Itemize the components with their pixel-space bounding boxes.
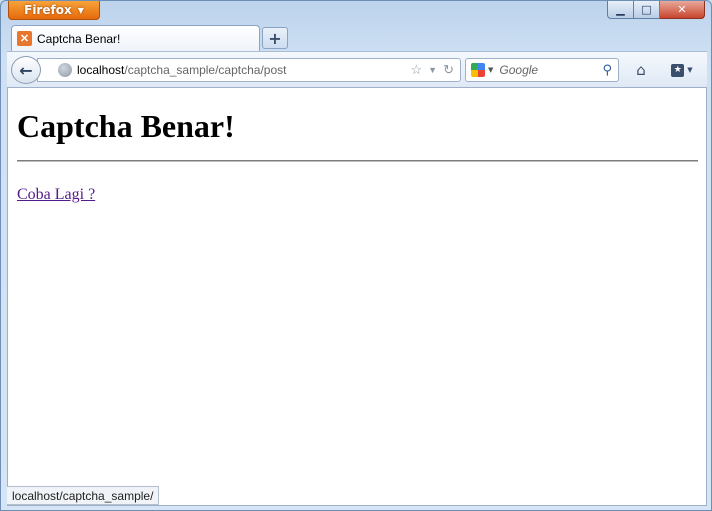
plus-icon: + (268, 28, 282, 48)
url-path: /captcha_sample/captcha/post (124, 63, 287, 77)
maximize-icon: □ (641, 3, 652, 16)
history-dropdown-icon[interactable]: ▼ (428, 65, 437, 75)
chevron-down-icon: ▼ (77, 5, 84, 15)
home-button[interactable]: ⌂ (631, 60, 651, 80)
status-text: localhost/captcha_sample/ (12, 488, 154, 503)
close-icon: ✕ (677, 3, 687, 16)
bookmarks-icon: ★ (671, 63, 685, 77)
browser-window: Firefox ▼ ▁ □ ✕ ✕ Captcha Benar! + local… (0, 0, 712, 511)
retry-link[interactable]: Coba Lagi ? (17, 186, 95, 204)
globe-icon (58, 63, 72, 77)
horizontal-rule (17, 160, 698, 162)
tab-title: Captcha Benar! (37, 31, 121, 46)
close-button[interactable]: ✕ (660, 1, 705, 19)
xampp-favicon-icon: ✕ (17, 31, 32, 46)
navigation-toolbar: localhost/captcha_sample/captcha/post ☆ … (7, 51, 707, 87)
search-placeholder: Google (499, 63, 539, 77)
search-engine-dropdown-icon[interactable]: ▼ (488, 66, 493, 74)
tab-captcha-benar[interactable]: ✕ Captcha Benar! (11, 25, 260, 51)
search-icon[interactable]: ⚲ (602, 63, 612, 78)
maximize-button[interactable]: □ (634, 1, 660, 19)
google-icon[interactable] (471, 63, 485, 77)
status-bar: localhost/captcha_sample/ (7, 486, 160, 505)
new-tab-button[interactable]: + (262, 27, 288, 49)
page-title: Captcha Benar! (17, 108, 235, 144)
back-button[interactable]: ← (11, 56, 41, 84)
firefox-menu-button[interactable]: Firefox ▼ (8, 1, 100, 20)
url-host: localhost (77, 63, 125, 77)
reload-icon[interactable]: ↻ (443, 62, 454, 78)
bookmark-star-icon[interactable]: ☆ (411, 62, 423, 78)
firefox-menu-label: Firefox (24, 3, 72, 17)
address-bar[interactable]: localhost/captcha_sample/captcha/post ☆ … (37, 58, 461, 82)
window-controls: ▁ □ ✕ (607, 1, 705, 20)
search-bar[interactable]: ▼ Google ⚲ (465, 58, 619, 82)
back-arrow-icon: ← (19, 60, 33, 80)
home-icon: ⌂ (636, 61, 646, 79)
minimize-button[interactable]: ▁ (607, 1, 634, 19)
page-content: Captcha Benar! Coba Lagi ? (7, 87, 707, 506)
bookmarks-menu-button[interactable]: ★ ▼ (665, 60, 699, 80)
chevron-down-icon: ▼ (687, 66, 693, 74)
minimize-icon: ▁ (616, 3, 625, 16)
